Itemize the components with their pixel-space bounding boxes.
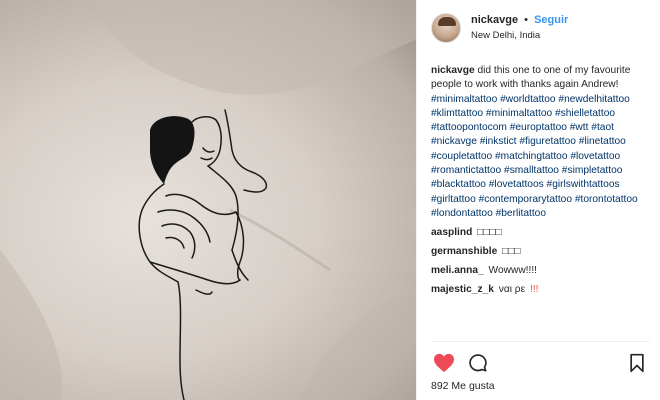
comment-text: ναι ρε [498, 284, 526, 296]
heart-icon [434, 353, 454, 373]
caption-username[interactable]: nickavge [431, 65, 475, 76]
comment-emphasis: !!! [529, 284, 539, 296]
header-row: nickavge • Seguir [471, 14, 568, 28]
actions-divider [431, 341, 650, 342]
comment-icon [469, 354, 487, 372]
comments-list: nickavge did this one to one of my favou… [417, 64, 660, 297]
bookmark-icon [630, 353, 644, 373]
follow-button[interactable]: Seguir [534, 14, 568, 26]
avatar[interactable] [431, 13, 461, 43]
header-text: nickavge • Seguir New Delhi, India [471, 14, 568, 43]
caption-hashtags[interactable]: #minimaltattoo #worldtattoo #newdelhitat… [431, 94, 638, 219]
action-bar [431, 350, 650, 376]
comment-text: Wowww!!!! [488, 265, 538, 277]
post-caption: nickavge did this one to one of my favou… [431, 64, 649, 221]
comment-username[interactable]: aasplind [431, 227, 472, 238]
comment-text: □□□□ [477, 227, 502, 239]
separator-dot: • [524, 13, 529, 26]
comment-username[interactable]: meli.anna_ [431, 265, 484, 276]
comment-item: meli.anna_ Wowww!!!! [431, 264, 649, 278]
save-button[interactable] [624, 350, 650, 376]
comment-username[interactable]: majestic_z_k [431, 284, 494, 295]
post-header: nickavge • Seguir New Delhi, India [417, 0, 660, 56]
comment-item: majestic_z_k ναι ρε !!! [431, 283, 649, 297]
instagram-post: nickavge • Seguir New Delhi, India nicka… [0, 0, 660, 400]
comment-item: aasplind □□□□ [431, 226, 649, 240]
comment-button[interactable] [465, 350, 491, 376]
post-sidebar: nickavge • Seguir New Delhi, India nicka… [416, 0, 660, 400]
author-username[interactable]: nickavge [471, 14, 518, 26]
post-photo[interactable] [0, 0, 416, 400]
comment-username[interactable]: germanshible [431, 246, 497, 257]
likes-count[interactable]: 892 Me gusta [431, 380, 495, 392]
location-link[interactable]: New Delhi, India [471, 30, 568, 42]
comment-item: germanshible □□□ [431, 245, 649, 259]
comment-text: □□□ [502, 246, 521, 258]
tattoo-figure-illustration [0, 0, 416, 400]
like-button[interactable] [431, 350, 457, 376]
